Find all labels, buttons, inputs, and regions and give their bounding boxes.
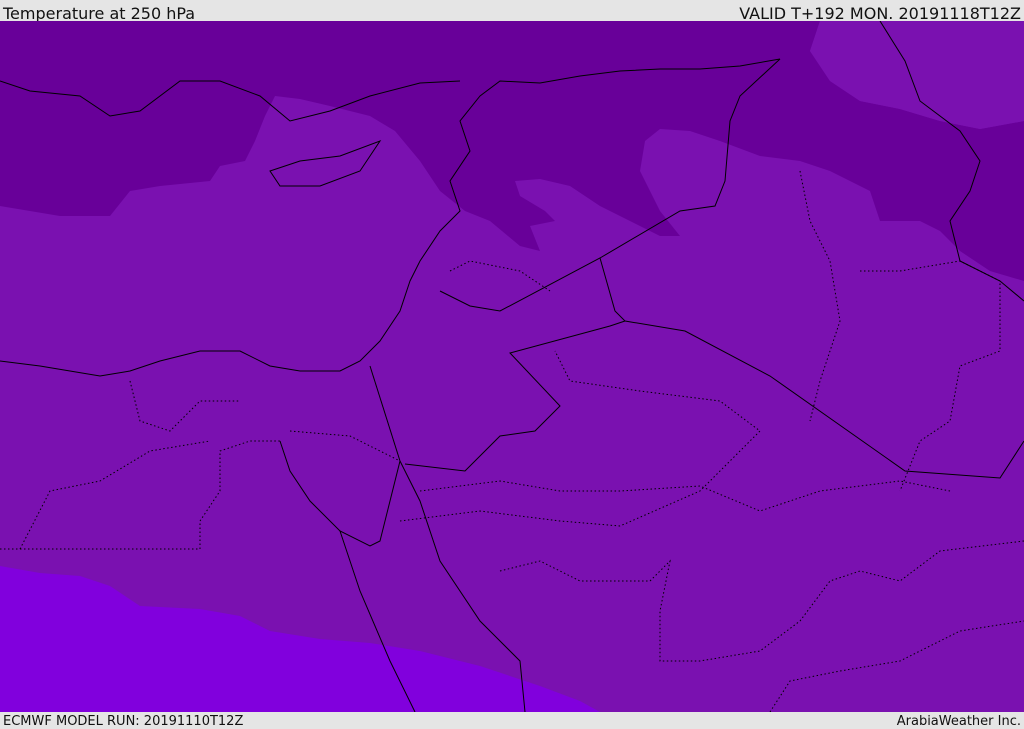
model-run: ECMWF MODEL RUN: 20191110T12Z xyxy=(3,714,244,729)
credit: ArabiaWeather Inc. xyxy=(896,714,1021,729)
temperature-map xyxy=(0,21,1024,712)
header-bar: Temperature at 250 hPa VALID T+192 MON. … xyxy=(0,0,1024,23)
footer-bar: ECMWF MODEL RUN: 20191110T12Z ArabiaWeat… xyxy=(0,712,1024,729)
